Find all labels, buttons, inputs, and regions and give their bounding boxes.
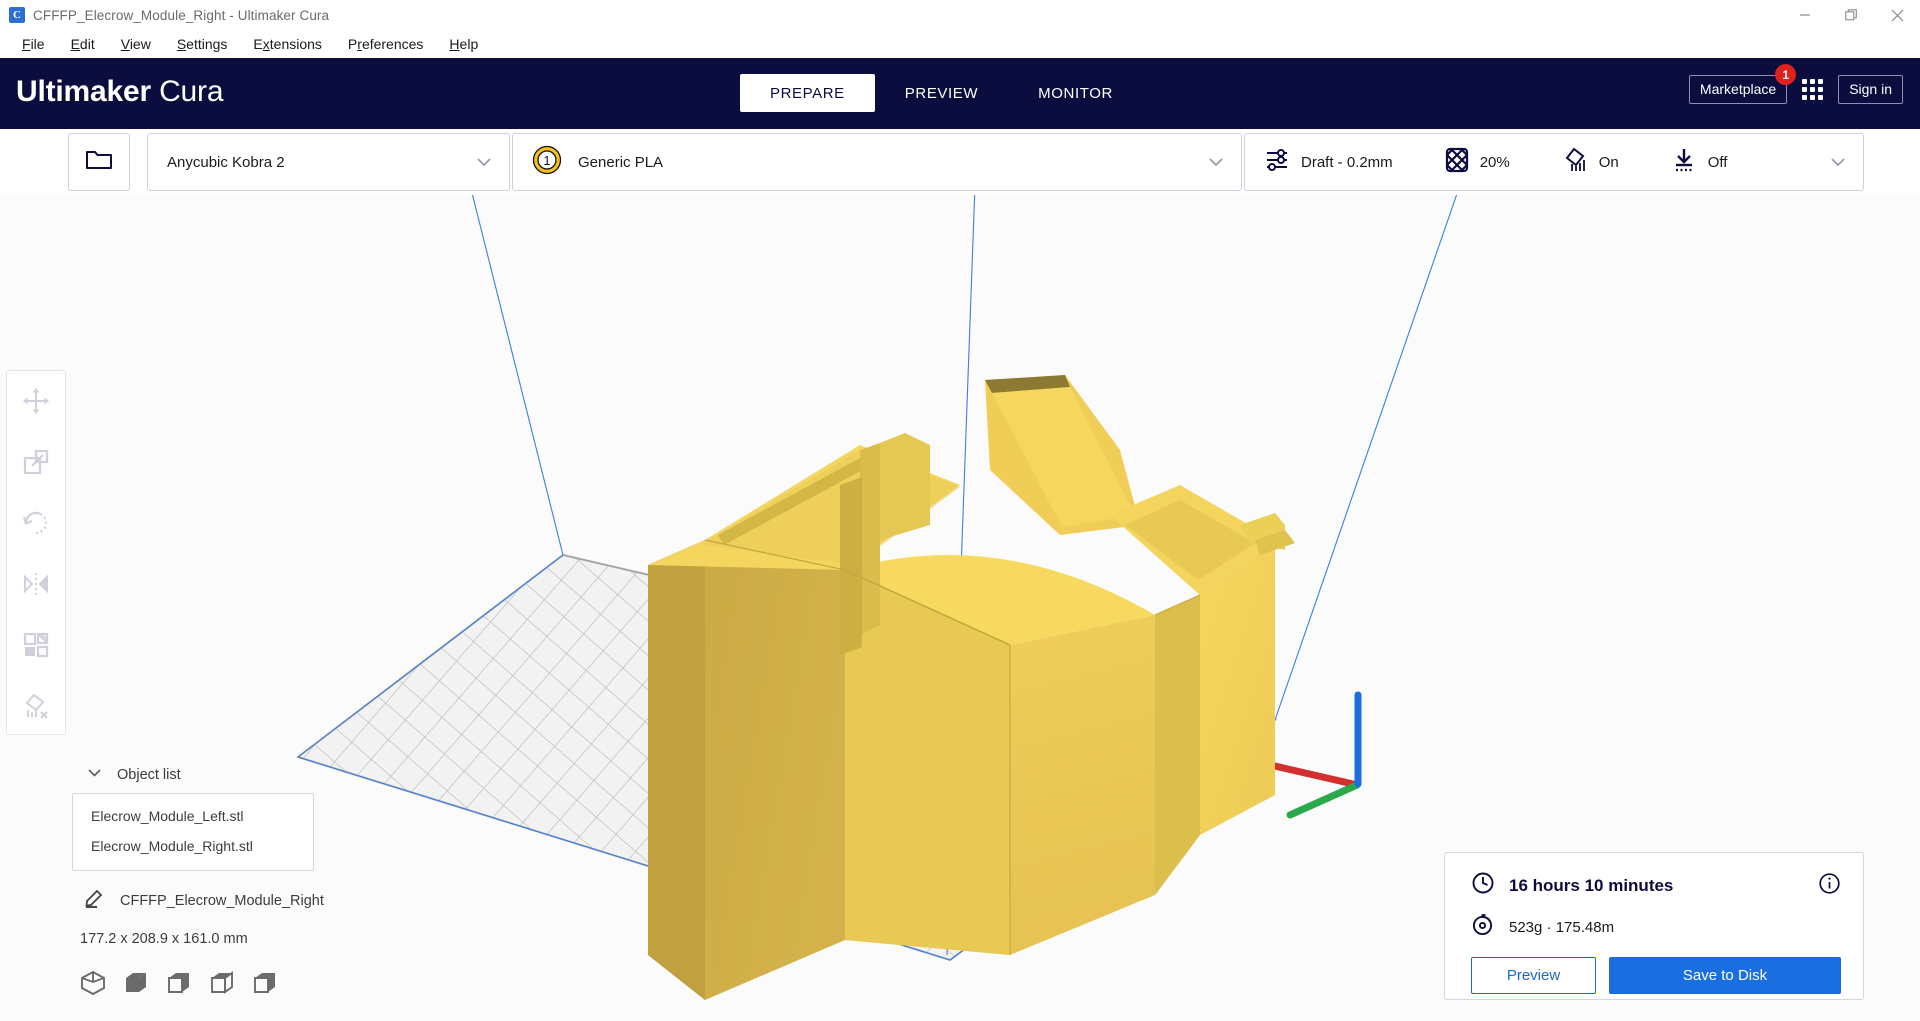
support-blocker-tool[interactable] xyxy=(16,688,56,728)
menu-help[interactable]: Help xyxy=(436,33,491,55)
list-item[interactable]: Elecrow_Module_Right.stl xyxy=(73,831,313,861)
marketplace-wrapper: Marketplace 1 xyxy=(1688,64,1797,104)
support-value: On xyxy=(1598,153,1619,171)
view-top-icon[interactable] xyxy=(166,970,192,1001)
svg-text:1: 1 xyxy=(543,153,550,168)
folder-open-icon xyxy=(85,148,113,177)
print-settings-selector[interactable]: Draft - 0.2mm 20% On Off xyxy=(1244,133,1864,191)
mirror-tool[interactable] xyxy=(16,566,56,606)
marketplace-badge: 1 xyxy=(1775,64,1797,85)
stage-tabs: PREPARE PREVIEW MONITOR xyxy=(740,74,1143,112)
support-blocker-icon xyxy=(22,692,50,725)
logo-ultimaker: Ultimaker xyxy=(16,75,151,108)
infill-setting[interactable]: 20% xyxy=(1445,147,1510,178)
adhesion-icon xyxy=(1671,147,1697,178)
tab-preview[interactable]: PREVIEW xyxy=(875,74,1008,112)
close-icon[interactable] xyxy=(1874,0,1920,30)
minimize-icon[interactable] xyxy=(1782,0,1828,30)
chevron-down-icon xyxy=(473,151,495,173)
model-dimensions: 177.2 x 208.9 x 161.0 mm xyxy=(80,931,248,947)
title-bar: C CFFFP_Elecrow_Module_Right - Ultimaker… xyxy=(0,0,1920,30)
material-usage-row: 523g · 175.48m xyxy=(1471,913,1841,942)
chevron-down-icon[interactable] xyxy=(86,764,103,786)
save-to-disk-button[interactable]: Save to Disk xyxy=(1609,957,1841,994)
per-model-settings-icon xyxy=(22,631,50,664)
clock-icon xyxy=(1471,871,1495,900)
open-file-button[interactable] xyxy=(68,133,130,191)
window-title: CFFFP_Elecrow_Module_Right - Ultimaker C… xyxy=(33,7,330,23)
object-list-header[interactable]: Object list xyxy=(72,764,402,786)
scale-icon xyxy=(22,448,50,481)
extruder-number-icon: 1 xyxy=(532,145,562,180)
sliders-icon xyxy=(1264,147,1290,178)
material-usage: 523g · 175.48m xyxy=(1509,919,1615,936)
chevron-down-icon[interactable] xyxy=(1827,151,1849,173)
rotate-icon xyxy=(22,509,50,542)
move-tool[interactable] xyxy=(16,383,56,423)
material-select-value: Generic PLA xyxy=(578,153,664,171)
window-controls xyxy=(1782,0,1920,30)
tab-prepare[interactable]: PREPARE xyxy=(740,74,875,112)
view-front-icon[interactable] xyxy=(123,970,149,1001)
infill-grid-icon xyxy=(1445,147,1469,178)
marketplace-button[interactable]: Marketplace xyxy=(1688,75,1788,104)
adhesion-setting[interactable]: Off xyxy=(1671,147,1728,178)
print-time: 16 hours 10 minutes xyxy=(1509,875,1674,895)
chevron-down-icon xyxy=(1205,151,1227,173)
restore-icon[interactable] xyxy=(1828,0,1874,30)
printer-select-value: Anycubic Kobra 2 xyxy=(167,153,285,171)
info-icon[interactable] xyxy=(1818,872,1841,900)
sign-in-button[interactable]: Sign in xyxy=(1838,75,1903,104)
menu-preferences[interactable]: Preferences xyxy=(335,33,437,55)
support-setting[interactable]: On xyxy=(1562,147,1619,178)
printer-select[interactable]: Anycubic Kobra 2 xyxy=(147,133,510,191)
menu-file[interactable]: File xyxy=(9,33,58,55)
mirror-icon xyxy=(22,570,50,603)
profile-value: Draft - 0.2mm xyxy=(1301,153,1393,171)
infill-value: 20% xyxy=(1479,153,1510,171)
view-iso-icon[interactable] xyxy=(80,970,106,1001)
cura-app-icon: C xyxy=(9,7,25,23)
per-model-settings-tool[interactable] xyxy=(16,627,56,667)
app-logo: Ultimaker Cura xyxy=(16,75,224,109)
header-actions: Marketplace 1 Sign in xyxy=(1688,64,1903,104)
menu-settings[interactable]: Settings xyxy=(164,33,241,55)
left-toolbar xyxy=(6,370,66,735)
view-right-icon[interactable] xyxy=(252,970,278,1001)
support-icon xyxy=(1562,147,1588,178)
object-list-panel: Object list Elecrow_Module_Left.stl Elec… xyxy=(72,764,402,1001)
material-select[interactable]: 1 Generic PLA xyxy=(512,133,1242,191)
model-mesh[interactable] xyxy=(648,375,1295,1000)
menu-edit[interactable]: Edit xyxy=(58,33,108,55)
scale-tool[interactable] xyxy=(16,444,56,484)
profile-setting[interactable]: Draft - 0.2mm xyxy=(1264,147,1393,178)
list-item[interactable]: Elecrow_Module_Left.stl xyxy=(73,801,313,831)
logo-cura: Cura xyxy=(159,75,224,108)
preview-button[interactable]: Preview xyxy=(1471,957,1597,994)
pencil-icon[interactable] xyxy=(84,888,104,913)
settings-bar: Anycubic Kobra 2 1 Generic PLA Draft - 0… xyxy=(0,129,1920,195)
view-left-icon[interactable] xyxy=(209,970,235,1001)
rotate-tool[interactable] xyxy=(16,505,56,545)
adhesion-value: Off xyxy=(1707,153,1728,171)
app-header: Ultimaker Cura PREPARE PREVIEW MONITOR M… xyxy=(0,58,1920,129)
print-info-panel: 16 hours 10 minutes 523g · 175.48m Previ… xyxy=(1444,852,1864,1000)
model-name: CFFFP_Elecrow_Module_Right xyxy=(120,892,324,909)
grid-apps-icon[interactable] xyxy=(1802,79,1824,100)
menu-view[interactable]: View xyxy=(108,33,164,55)
print-time-row: 16 hours 10 minutes xyxy=(1471,871,1841,900)
object-list-box: Elecrow_Module_Left.stl Elecrow_Module_R… xyxy=(72,793,314,871)
print-actions: Preview Save to Disk xyxy=(1471,957,1841,994)
menu-bar: File Edit View Settings Extensions Prefe… xyxy=(0,30,1920,58)
model-name-row: CFFFP_Elecrow_Module_Right xyxy=(72,888,402,913)
tab-monitor[interactable]: MONITOR xyxy=(1008,74,1143,112)
move-icon xyxy=(22,387,50,420)
camera-view-icons xyxy=(72,970,402,1001)
object-list-title: Object list xyxy=(117,767,181,783)
spool-icon xyxy=(1471,913,1495,942)
menu-extensions[interactable]: Extensions xyxy=(240,33,335,55)
